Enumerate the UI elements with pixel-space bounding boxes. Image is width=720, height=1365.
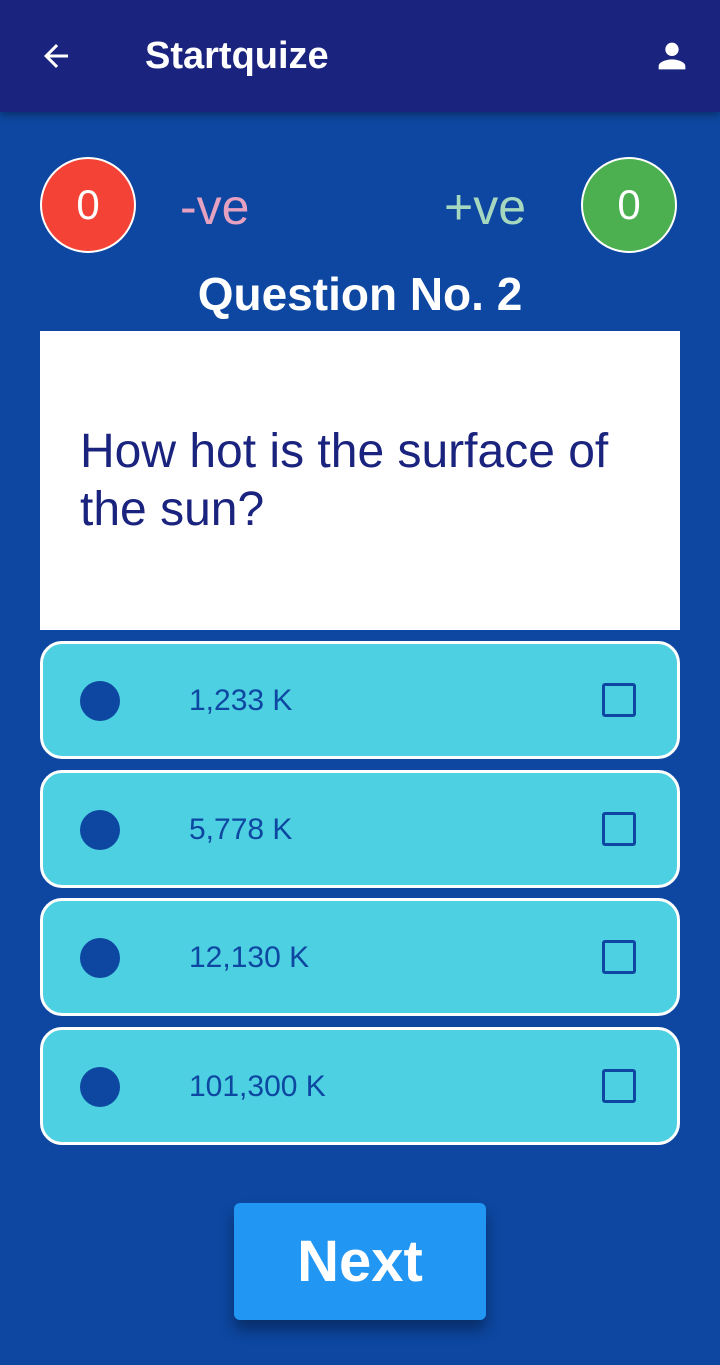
answer-checkbox[interactable] xyxy=(602,683,636,717)
bullet-icon xyxy=(80,938,120,978)
answer-option[interactable]: 101,300 K xyxy=(40,1027,680,1145)
app-bar: Startquize xyxy=(0,0,720,112)
bullet-icon xyxy=(80,1067,120,1107)
answer-option-label: 5,778 K xyxy=(189,813,293,846)
question-card: How hot is the surface of the sun? xyxy=(40,331,680,630)
negative-score-badge: 0 xyxy=(40,157,136,253)
positive-score-label: +ve xyxy=(444,179,527,235)
back-button[interactable] xyxy=(28,32,84,80)
question-number: Question No. 2 xyxy=(197,268,523,320)
next-button[interactable]: Next xyxy=(234,1203,486,1320)
answer-checkbox[interactable] xyxy=(602,940,636,974)
answer-option[interactable]: 12,130 K xyxy=(40,898,680,1016)
answer-option-label: 101,300 K xyxy=(189,1070,326,1103)
answer-checkbox[interactable] xyxy=(602,1069,636,1103)
answer-option[interactable]: 5,778 K xyxy=(40,770,680,888)
app-title: Startquize xyxy=(145,35,329,77)
person-icon xyxy=(658,42,686,70)
answer-option-label: 1,233 K xyxy=(189,684,293,717)
answer-option[interactable]: 1,233 K xyxy=(40,641,680,759)
arrow-left-icon xyxy=(44,44,68,68)
profile-button[interactable] xyxy=(644,32,700,80)
bullet-icon xyxy=(80,681,120,721)
negative-score-label: -ve xyxy=(180,179,250,235)
question-text: How hot is the surface of the sun? xyxy=(80,425,609,536)
bullet-icon xyxy=(80,810,120,850)
positive-score-badge: 0 xyxy=(581,157,677,253)
answer-option-label: 12,130 K xyxy=(189,941,310,974)
answer-checkbox[interactable] xyxy=(602,812,636,846)
